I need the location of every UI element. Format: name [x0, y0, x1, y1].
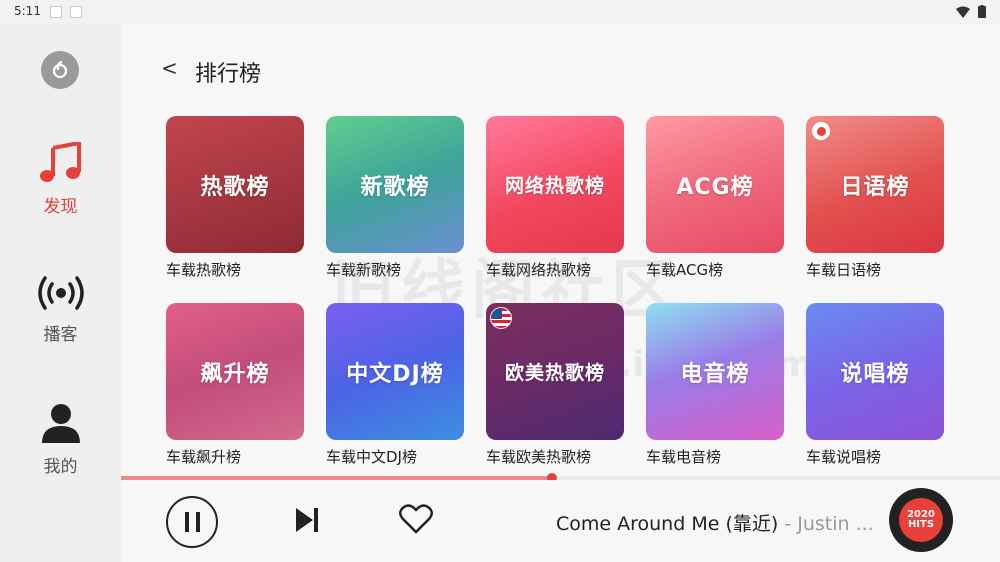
chart-caption: 车载新歌榜: [326, 261, 402, 279]
chart-cover-title: 电音榜: [680, 361, 750, 387]
chart-caption: 车载说唱榜: [806, 448, 882, 466]
chart-cover: 飙升榜: [166, 303, 304, 440]
next-track-button[interactable]: [293, 506, 321, 534]
chart-cover: 日语榜: [806, 116, 944, 253]
chart-cover-title: 欧美热歌榜: [504, 362, 605, 384]
wifi-icon: [956, 6, 970, 18]
player-bar: Come Around Me (靠近) - Justin ... 2020 HI…: [121, 480, 1000, 562]
pause-button[interactable]: [166, 496, 218, 548]
chart-cover-title: 中文DJ榜: [346, 361, 444, 387]
podcast-icon: [37, 276, 84, 310]
chart-caption: 车载网络热歌榜: [486, 261, 592, 279]
sidebar: 发现 播客 我的: [0, 24, 121, 562]
sidebar-item-label: 发现: [43, 197, 78, 217]
disc-label: 2020 HITS: [899, 498, 943, 542]
notification-icon: [70, 6, 82, 18]
chart-cover: 中文DJ榜: [326, 303, 464, 440]
music-note-icon: [39, 142, 81, 182]
sidebar-item-label: 播客: [43, 325, 78, 345]
page-title: 排行榜: [195, 62, 262, 87]
app-logo-icon[interactable]: [41, 51, 79, 89]
pause-icon: [195, 512, 200, 532]
chart-cover-title: 飙升榜: [200, 361, 270, 387]
sidebar-item-label: 我的: [43, 457, 78, 477]
chart-cover: 新歌榜: [326, 116, 464, 253]
sidebar-item-discover[interactable]: 发现: [0, 142, 121, 217]
user-icon: [41, 404, 80, 443]
chart-caption: 车载ACG榜: [646, 261, 724, 279]
chart-card[interactable]: 热歌榜 车载热歌榜: [166, 116, 304, 280]
chart-cover-title: 新歌榜: [360, 174, 430, 200]
song-artist: - Justin ...: [778, 513, 874, 535]
chart-cover-title: 日语榜: [840, 174, 910, 200]
chart-caption: 车载欧美热歌榜: [486, 448, 592, 466]
chart-caption: 车载中文DJ榜: [326, 448, 417, 466]
song-title: Come Around Me (靠近): [556, 513, 779, 535]
chart-cover: 热歌榜: [166, 116, 304, 253]
chart-card[interactable]: ACG榜 车载ACG榜: [646, 116, 784, 280]
chart-card[interactable]: 飙升榜 车载飙升榜: [166, 303, 304, 467]
chart-caption: 车载电音榜: [646, 448, 722, 466]
back-icon[interactable]: <: [161, 56, 178, 80]
sidebar-item-podcast[interactable]: 播客: [0, 274, 121, 345]
chart-cover-title: 热歌榜: [200, 174, 270, 200]
status-time: 5:11: [14, 4, 41, 18]
chart-card[interactable]: 网络热歌榜 车载网络热歌榜: [486, 116, 624, 280]
chart-card[interactable]: 欧美热歌榜 车载欧美热歌榜: [486, 303, 624, 467]
now-playing-text[interactable]: Come Around Me (靠近) - Justin ...: [556, 509, 874, 536]
status-bar: 5:11: [0, 0, 1000, 24]
chart-cover-title: 网络热歌榜: [504, 175, 605, 197]
main-content: < 排行榜 旧线阁社区 www.i3zh.com 热歌榜 车载热歌榜 新歌榜 车…: [121, 24, 1000, 476]
chart-caption: 车载飙升榜: [166, 448, 242, 466]
notification-icon: [50, 6, 62, 18]
chart-card[interactable]: 说唱榜 车载说唱榜: [806, 303, 944, 467]
chart-card[interactable]: 中文DJ榜 车载中文DJ榜: [326, 303, 464, 467]
sidebar-item-mine[interactable]: 我的: [0, 402, 121, 477]
chart-caption: 车载日语榜: [806, 261, 882, 279]
chart-cover: 欧美热歌榜: [486, 303, 624, 440]
battery-icon: [978, 5, 986, 18]
chart-cover-title: ACG榜: [676, 174, 754, 200]
chart-caption: 车载热歌榜: [166, 261, 242, 279]
chart-cover-title: 说唱榜: [840, 361, 910, 387]
japan-flag-icon: [812, 122, 830, 140]
pause-icon: [184, 512, 189, 532]
chart-card[interactable]: 日语榜 车载日语榜: [806, 116, 944, 280]
album-disc-icon[interactable]: 2020 HITS: [889, 488, 953, 552]
chart-card[interactable]: 电音榜 车载电音榜: [646, 303, 784, 467]
chart-cover: 说唱榜: [806, 303, 944, 440]
usa-flag-icon: [490, 307, 512, 329]
chart-cover: ACG榜: [646, 116, 784, 253]
chart-cover: 电音榜: [646, 303, 784, 440]
heart-like-button[interactable]: [399, 504, 433, 534]
chart-cover: 网络热歌榜: [486, 116, 624, 253]
chart-card[interactable]: 新歌榜 车载新歌榜: [326, 116, 464, 280]
